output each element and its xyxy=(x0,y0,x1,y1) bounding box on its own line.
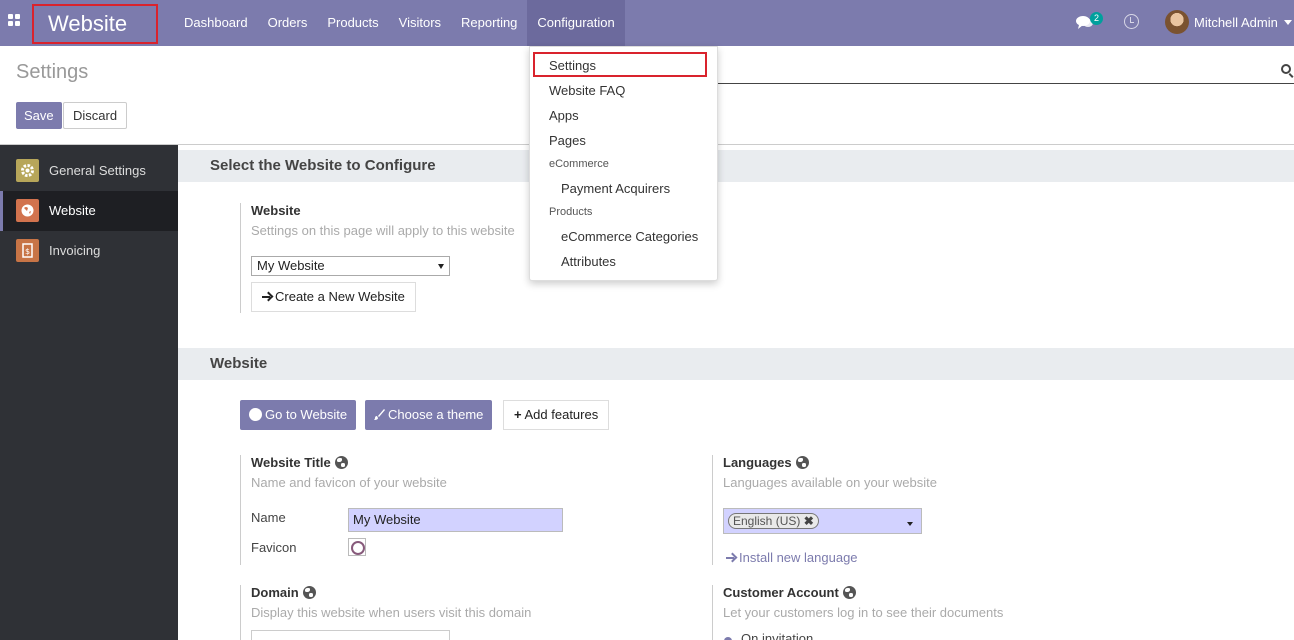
settings-sidebar: General Settings Website $ Invoicing xyxy=(0,145,178,640)
globe-icon xyxy=(795,456,809,469)
setting-description: Let your customers log in to see their d… xyxy=(723,605,1004,620)
dropdown-item-ecommerce-categories[interactable]: eCommerce Categories xyxy=(530,229,719,244)
setting-title: Website Title xyxy=(251,455,331,470)
website-select-value: My Website xyxy=(257,258,325,273)
setting-description: Languages available on your website xyxy=(723,475,937,490)
user-avatar[interactable] xyxy=(1165,10,1189,34)
top-navbar: Website Dashboard Orders Products Visito… xyxy=(0,0,1294,46)
chevron-down-icon[interactable] xyxy=(1284,20,1292,25)
section-title: Website xyxy=(210,355,268,372)
section-header: Website xyxy=(178,348,1294,380)
settings-content: Select the Website to Configure Website … xyxy=(178,145,1294,640)
dropdown-header-products: Products xyxy=(549,206,593,218)
search-input[interactable] xyxy=(718,83,1294,84)
setting-title: Domain xyxy=(251,585,299,600)
arrow-right-icon xyxy=(262,292,271,301)
svg-text:$: $ xyxy=(25,247,30,256)
name-label: Name xyxy=(251,510,286,525)
dropdown-header-ecommerce: eCommerce xyxy=(549,158,609,170)
close-icon[interactable]: ✖ xyxy=(804,514,814,528)
setting-title: Customer Account xyxy=(723,585,839,600)
dropdown-item-pages[interactable]: Pages xyxy=(530,133,719,148)
globe-icon xyxy=(842,586,856,599)
menu-reporting[interactable]: Reporting xyxy=(451,0,527,46)
choose-theme-button[interactable]: Choose a theme xyxy=(365,400,493,430)
dropdown-item-apps[interactable]: Apps xyxy=(530,108,719,123)
menu-dashboard[interactable]: Dashboard xyxy=(174,0,258,46)
globe-icon xyxy=(249,408,262,421)
globe-icon xyxy=(334,456,348,469)
sidebar-item-website[interactable]: Website xyxy=(0,191,178,231)
search-icon[interactable] xyxy=(1281,64,1291,74)
dropdown-item-website-faq[interactable]: Website FAQ xyxy=(530,83,719,98)
arrow-right-icon xyxy=(726,553,735,562)
globe-icon xyxy=(16,199,39,222)
save-button[interactable]: Save xyxy=(16,102,62,129)
language-tag-label: English (US) xyxy=(733,514,801,528)
brush-icon xyxy=(374,409,385,420)
setting-description: Name and favicon of your website xyxy=(251,475,447,490)
page-title: Settings xyxy=(16,61,89,83)
menu-configuration[interactable]: Configuration xyxy=(527,0,625,46)
setting-description: Settings on this page will apply to this… xyxy=(251,223,515,238)
activity-clock-icon[interactable] xyxy=(1124,14,1139,29)
domain-input[interactable] xyxy=(251,630,450,640)
main-menu: Dashboard Orders Products Visitors Repor… xyxy=(174,0,625,46)
globe-icon xyxy=(302,586,316,599)
menu-products[interactable]: Products xyxy=(317,0,388,46)
dropdown-item-payment-acquirers[interactable]: Payment Acquirers xyxy=(530,181,719,196)
sidebar-item-label: Website xyxy=(49,203,96,218)
button-label: Create a New Website xyxy=(275,289,405,304)
sidebar-item-label: General Settings xyxy=(49,163,146,178)
setting-title: Languages xyxy=(723,455,792,470)
caret-down-icon xyxy=(907,522,913,526)
radio-label: On invitation xyxy=(741,631,814,640)
add-features-button[interactable]: + Add features xyxy=(503,400,610,430)
install-language-link[interactable]: Install new language xyxy=(726,550,858,565)
button-label: Choose a theme xyxy=(388,407,484,422)
sidebar-item-general-settings[interactable]: General Settings xyxy=(0,151,178,191)
setting-description: Display this website when users visit th… xyxy=(251,605,532,620)
menu-orders[interactable]: Orders xyxy=(258,0,318,46)
invoice-icon: $ xyxy=(16,239,39,262)
setting-title: Website xyxy=(251,203,301,218)
favicon-label: Favicon xyxy=(251,540,297,555)
website-name-input[interactable]: My Website xyxy=(348,508,563,532)
button-label: Add features xyxy=(524,407,599,422)
website-select[interactable]: My Website xyxy=(251,256,450,276)
languages-input[interactable]: English (US) ✖ xyxy=(723,508,922,534)
configuration-dropdown: Settings Website FAQ Apps Pages eCommerc… xyxy=(529,46,718,281)
user-name[interactable]: Mitchell Admin xyxy=(1194,0,1278,45)
favicon-upload[interactable] xyxy=(348,538,366,556)
discard-button[interactable]: Discard xyxy=(63,102,128,129)
language-tag[interactable]: English (US) ✖ xyxy=(728,513,819,529)
plus-icon: + xyxy=(514,407,522,422)
gear-icon xyxy=(16,159,39,182)
caret-down-icon xyxy=(438,264,444,269)
menu-visitors[interactable]: Visitors xyxy=(389,0,451,46)
apps-menu-icon[interactable] xyxy=(8,14,24,30)
go-to-website-button[interactable]: Go to Website xyxy=(240,400,357,430)
create-website-button[interactable]: Create a New Website xyxy=(251,282,416,312)
dropdown-item-attributes[interactable]: Attributes xyxy=(530,254,719,269)
section-header: Select the Website to Configure xyxy=(178,150,1294,182)
sidebar-item-label: Invoicing xyxy=(49,243,101,258)
link-label: Install new language xyxy=(739,550,858,565)
section-title: Select the Website to Configure xyxy=(210,157,436,174)
chat-count-badge: 2 xyxy=(1090,12,1103,25)
dropdown-item-settings[interactable]: Settings xyxy=(530,58,719,73)
app-brand[interactable]: Website xyxy=(32,4,158,44)
button-label: Go to Website xyxy=(265,407,348,422)
sidebar-item-invoicing[interactable]: $ Invoicing xyxy=(0,231,178,271)
